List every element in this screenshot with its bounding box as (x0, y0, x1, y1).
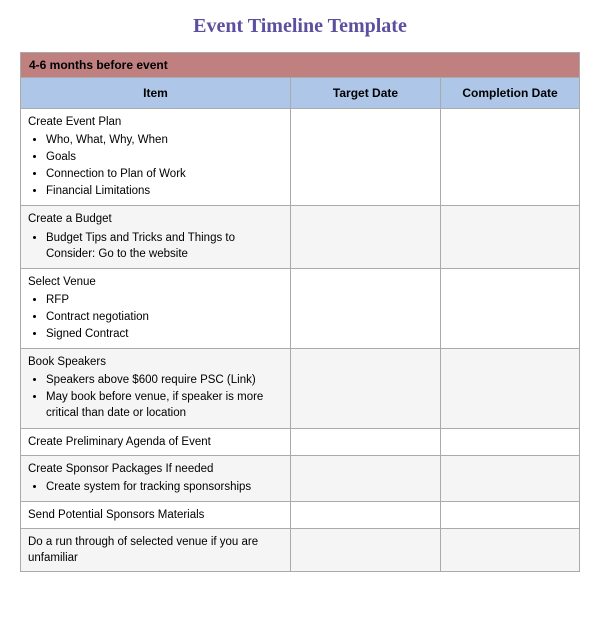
item-main-text: Create Event Plan (28, 116, 121, 128)
list-item: Goals (46, 149, 283, 165)
item-main-text: Do a run through of selected venue if yo… (28, 536, 258, 564)
page-title: Event Timeline Template (20, 15, 580, 38)
table-container: 4-6 months before event Item Target Date… (20, 52, 580, 572)
table-row: Create a Budget Budget Tips and Tricks an… (21, 206, 579, 268)
completion-date-cell (441, 429, 579, 455)
item-cell: Select Venue RFPContract negotiationSigne… (21, 269, 291, 348)
target-date-cell (291, 456, 441, 501)
col-header-item: Item (21, 78, 291, 108)
list-item: Financial Limitations (46, 183, 283, 199)
item-main-text: Select Venue (28, 276, 96, 288)
list-item: Budget Tips and Tricks and Things to Con… (46, 230, 283, 262)
list-item: Connection to Plan of Work (46, 166, 283, 182)
col-header-completion: Completion Date (441, 78, 579, 108)
target-date-cell (291, 529, 441, 571)
target-date-cell (291, 349, 441, 427)
list-item: Contract negotiation (46, 309, 283, 325)
section-header: 4-6 months before event (21, 53, 579, 78)
list-item: Who, What, Why, When (46, 132, 283, 148)
item-bullets: Create system for tracking sponsorships (46, 479, 283, 495)
item-cell: Create Sponsor Packages If needed Create … (21, 456, 291, 501)
completion-date-cell (441, 502, 579, 528)
list-item: Signed Contract (46, 326, 283, 342)
item-cell: Create Preliminary Agenda of Event (21, 429, 291, 455)
table-row: Create Sponsor Packages If needed Create … (21, 456, 579, 502)
table-row: Create Event Plan Who, What, Why, WhenGoa… (21, 109, 579, 206)
item-main-text: Create Preliminary Agenda of Event (28, 436, 211, 448)
target-date-cell (291, 502, 441, 528)
completion-date-cell (441, 349, 579, 427)
item-bullets: Budget Tips and Tricks and Things to Con… (46, 230, 283, 262)
target-date-cell (291, 429, 441, 455)
item-cell: Book Speakers Speakers above $600 require… (21, 349, 291, 427)
table-row: Select Venue RFPContract negotiationSigne… (21, 269, 579, 349)
completion-date-cell (441, 529, 579, 571)
target-date-cell (291, 269, 441, 348)
target-date-cell (291, 206, 441, 267)
item-bullets: Who, What, Why, WhenGoalsConnection to P… (46, 132, 283, 199)
list-item: May book before venue, if speaker is mor… (46, 389, 283, 421)
completion-date-cell (441, 269, 579, 348)
column-headers: Item Target Date Completion Date (21, 78, 579, 109)
item-bullets: Speakers above $600 require PSC (Link)Ma… (46, 372, 283, 421)
item-main-text: Book Speakers (28, 356, 106, 368)
completion-date-cell (441, 109, 579, 205)
item-bullets: RFPContract negotiationSigned Contract (46, 292, 283, 342)
item-cell: Create Event Plan Who, What, Why, WhenGoa… (21, 109, 291, 205)
completion-date-cell (441, 206, 579, 267)
table-row: Do a run through of selected venue if yo… (21, 529, 579, 571)
list-item: Speakers above $600 require PSC (Link) (46, 372, 283, 388)
item-main-text: Create a Budget (28, 213, 112, 225)
table-row: Book Speakers Speakers above $600 require… (21, 349, 579, 428)
item-cell: Do a run through of selected venue if yo… (21, 529, 291, 571)
item-cell: Send Potential Sponsors Materials (21, 502, 291, 528)
item-main-text: Create Sponsor Packages If needed (28, 463, 213, 475)
list-item: Create system for tracking sponsorships (46, 479, 283, 495)
col-header-target: Target Date (291, 78, 441, 108)
completion-date-cell (441, 456, 579, 501)
target-date-cell (291, 109, 441, 205)
list-item: RFP (46, 292, 283, 308)
item-cell: Create a Budget Budget Tips and Tricks an… (21, 206, 291, 267)
table-body: Create Event Plan Who, What, Why, WhenGoa… (21, 109, 579, 571)
table-row: Create Preliminary Agenda of Event (21, 429, 579, 456)
item-main-text: Send Potential Sponsors Materials (28, 509, 204, 521)
table-row: Send Potential Sponsors Materials (21, 502, 579, 529)
